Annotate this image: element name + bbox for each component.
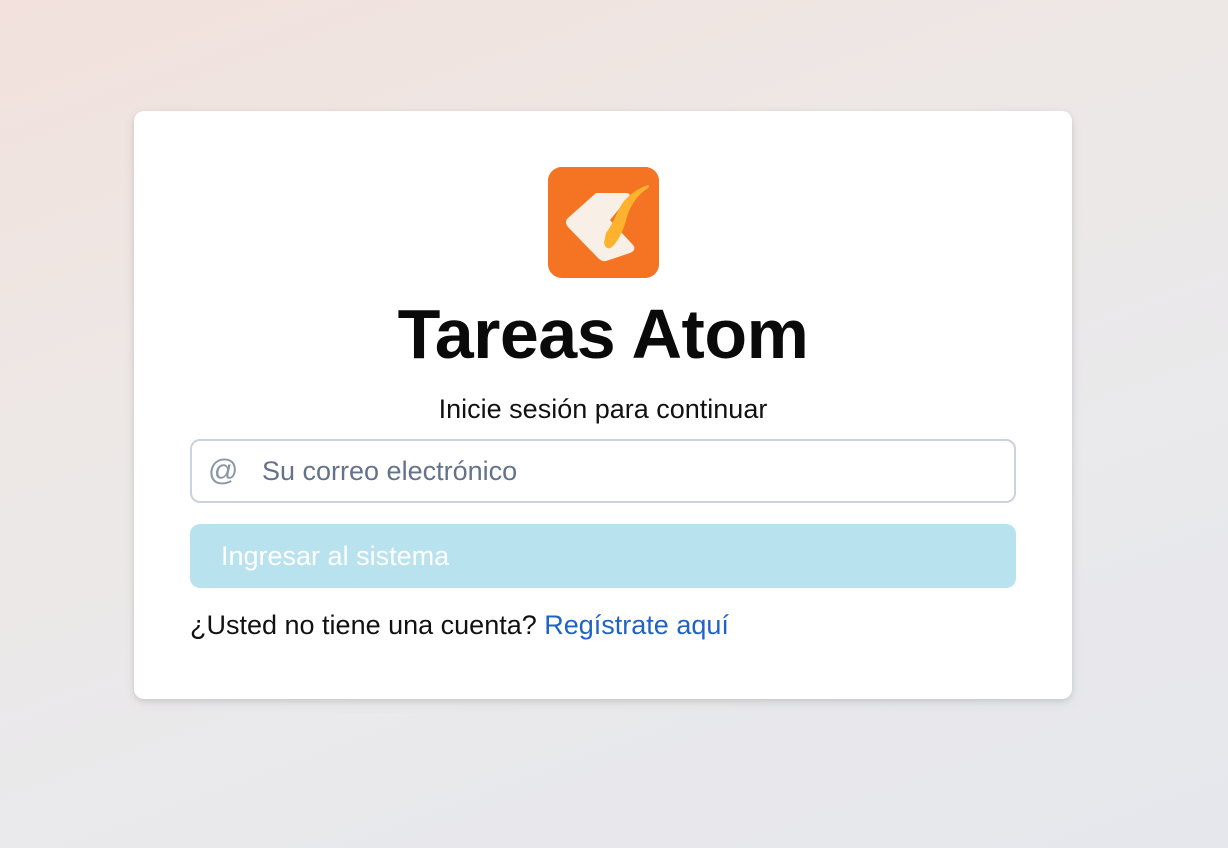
login-subtitle: Inicie sesión para continuar <box>438 394 768 424</box>
email-field[interactable]: @ <box>190 439 1016 503</box>
login-card: Tareas Atom Inicie sesión para continuar… <box>134 111 1072 699</box>
task-check-icon <box>548 167 659 278</box>
email-input[interactable] <box>262 441 1002 501</box>
register-link[interactable]: Regístrate aquí <box>544 610 729 640</box>
login-button[interactable]: Ingresar al sistema <box>190 524 1016 588</box>
app-title: Tareas Atom <box>397 295 809 373</box>
at-sign-icon: @ <box>208 454 239 487</box>
signup-prompt: ¿Usted no tiene una cuenta? Regístrate a… <box>190 609 729 641</box>
no-account-text: ¿Usted no tiene una cuenta? <box>190 610 537 640</box>
